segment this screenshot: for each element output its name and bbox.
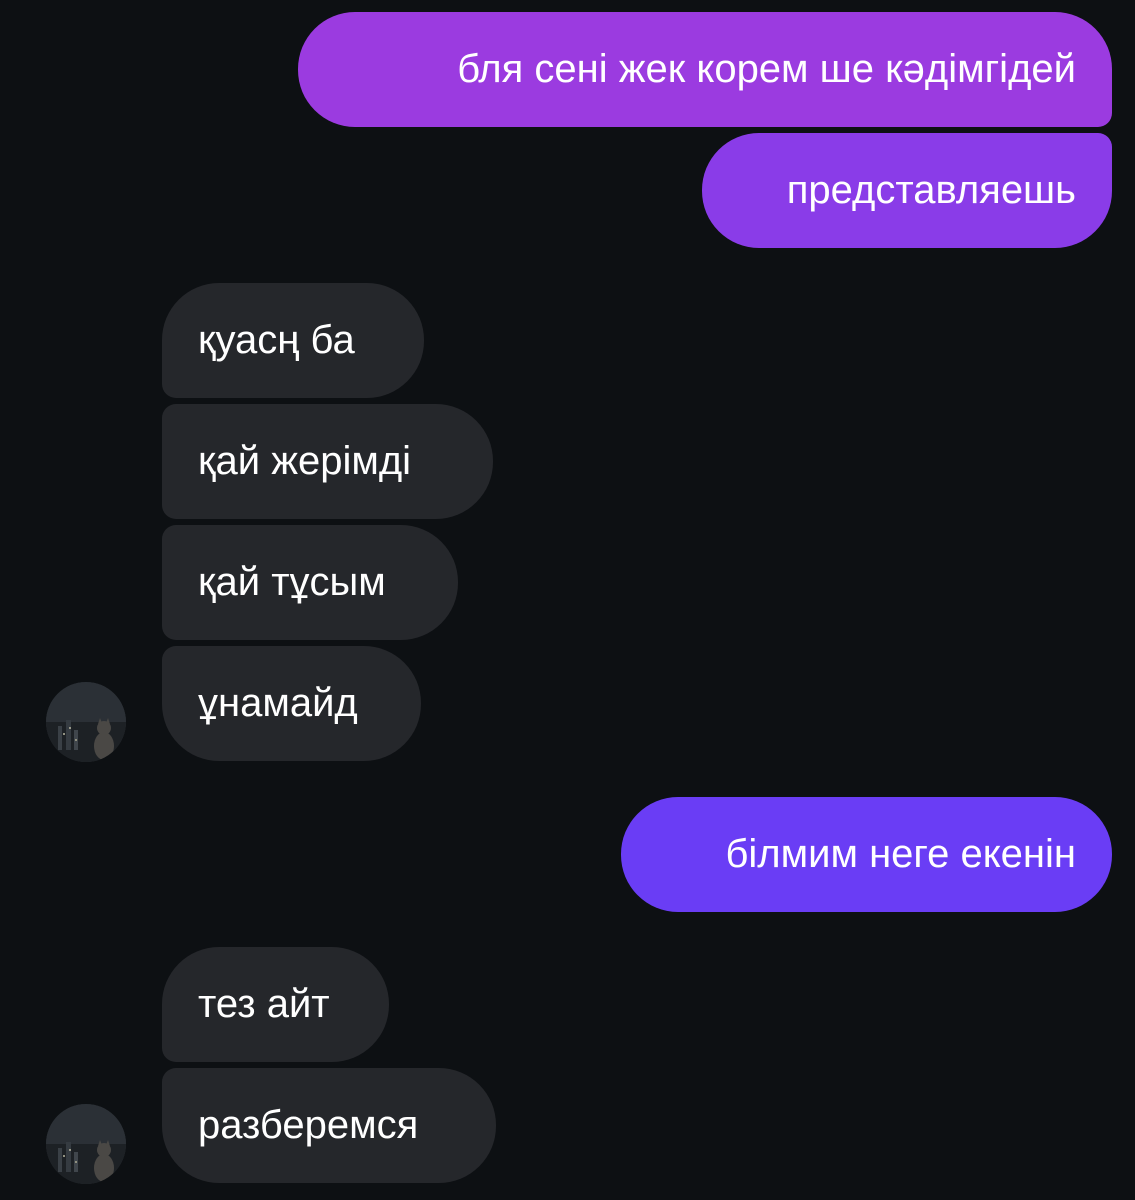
message-bubble-incoming[interactable]: разберемся xyxy=(162,1068,496,1183)
message-bubble-incoming[interactable]: тез айт xyxy=(162,947,389,1062)
chat-screen: { "messages": [ {"sender": "me", "text":… xyxy=(0,0,1135,1200)
message-bubble-outgoing[interactable]: представляешь xyxy=(702,133,1112,248)
contact-avatar-photo-icon xyxy=(46,682,126,762)
message-bubble-outgoing[interactable]: білмим неге екенін xyxy=(621,797,1112,912)
contact-avatar-photo-icon xyxy=(46,1104,126,1184)
message-bubble-incoming[interactable]: қай тұсым xyxy=(162,525,458,640)
message-bubble-incoming[interactable]: қуасң ба xyxy=(162,283,424,398)
contact-avatar[interactable] xyxy=(46,1104,126,1184)
message-bubble-incoming[interactable]: қай жерімді xyxy=(162,404,493,519)
message-bubble-incoming[interactable]: ұнамайд xyxy=(162,646,421,761)
contact-avatar[interactable] xyxy=(46,682,126,762)
message-bubble-outgoing[interactable]: бля сені жек корем ше кәдімгідей xyxy=(298,12,1112,127)
